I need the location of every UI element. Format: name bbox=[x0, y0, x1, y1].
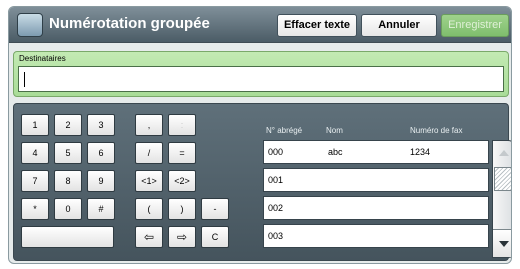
key-right-arrow-icon[interactable]: ⇨ bbox=[168, 226, 196, 248]
key-open-paren[interactable]: ( bbox=[135, 198, 163, 220]
title-bar: Numérotation groupée Effacer texte Annul… bbox=[9, 7, 511, 43]
scroll-down-button[interactable] bbox=[493, 229, 511, 257]
scroll-thumb[interactable] bbox=[494, 167, 511, 191]
key-slash[interactable]: / bbox=[135, 142, 163, 164]
key-left-arrow-icon[interactable]: ⇦ bbox=[135, 226, 163, 248]
chevron-up-icon bbox=[499, 150, 509, 156]
recipients-field[interactable] bbox=[18, 66, 504, 92]
row-name: abc bbox=[328, 147, 343, 157]
key-colon[interactable]: : bbox=[168, 114, 196, 136]
cancel-button[interactable]: Annuler bbox=[361, 14, 437, 37]
row-fax-number: 1234 bbox=[410, 147, 431, 157]
row-short-code: 000 bbox=[268, 147, 284, 157]
key-1[interactable]: 1 bbox=[21, 114, 49, 136]
list-item[interactable]: 002 bbox=[263, 196, 489, 220]
row-short-code: 003 bbox=[268, 231, 284, 241]
key-equals[interactable]: = bbox=[168, 142, 196, 164]
fax-icon bbox=[17, 13, 43, 37]
column-header-fax-number: Numéro de fax bbox=[410, 126, 463, 135]
page-title: Numérotation groupée bbox=[49, 15, 210, 32]
key-star[interactable]: * bbox=[21, 198, 49, 220]
text-caret bbox=[24, 72, 25, 87]
key-close-paren[interactable]: ) bbox=[168, 198, 196, 220]
list-item[interactable]: 003 bbox=[263, 224, 489, 248]
key-3[interactable]: 3 bbox=[87, 114, 115, 136]
key-5[interactable]: 5 bbox=[54, 142, 82, 164]
scroll-up-button[interactable] bbox=[493, 141, 511, 165]
dialog: Numérotation groupée Effacer texte Annul… bbox=[8, 6, 512, 264]
key-group-2[interactable]: <2> bbox=[168, 170, 196, 192]
column-header-name: Nom bbox=[326, 126, 343, 135]
clear-text-button[interactable]: Effacer texte bbox=[277, 14, 357, 37]
column-header-short-code: N° abrégé bbox=[266, 126, 303, 135]
key-4[interactable]: 4 bbox=[21, 142, 49, 164]
list-item[interactable]: 001 bbox=[263, 168, 489, 192]
key-7[interactable]: 7 bbox=[21, 170, 49, 192]
row-short-code: 001 bbox=[268, 175, 284, 185]
key-hash[interactable]: # bbox=[87, 198, 115, 220]
list-scrollbar[interactable] bbox=[492, 140, 511, 258]
key-clear[interactable]: C bbox=[201, 226, 229, 248]
key-comma[interactable]: , bbox=[135, 114, 163, 136]
key-group-1[interactable]: <1> bbox=[135, 170, 163, 192]
keypad-area: 1 2 3 , : 4 5 6 / = 7 8 9 <1> <2> * 0 # … bbox=[13, 103, 511, 261]
recipients-label: Destinataires bbox=[19, 54, 66, 63]
key-9[interactable]: 9 bbox=[87, 170, 115, 192]
list-item[interactable]: 000 abc 1234 bbox=[263, 140, 489, 164]
save-button[interactable]: Enregistrer bbox=[441, 14, 509, 37]
space-key[interactable] bbox=[21, 226, 114, 248]
key-6[interactable]: 6 bbox=[87, 142, 115, 164]
chevron-down-icon bbox=[499, 241, 509, 247]
key-2[interactable]: 2 bbox=[54, 114, 82, 136]
recipients-panel: Destinataires bbox=[13, 51, 509, 97]
key-8[interactable]: 8 bbox=[54, 170, 82, 192]
key-0[interactable]: 0 bbox=[54, 198, 82, 220]
row-short-code: 002 bbox=[268, 203, 284, 213]
key-dash[interactable]: - bbox=[201, 198, 229, 220]
